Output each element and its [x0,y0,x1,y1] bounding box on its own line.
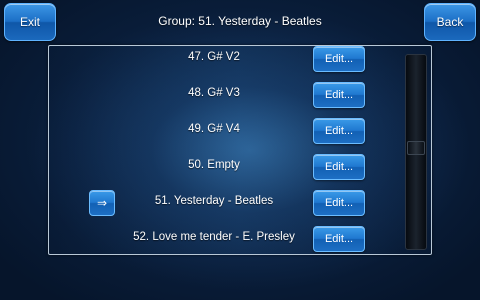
list-item-label: 52. Love me tender - E. Presley [133,231,295,243]
scrollbar[interactable] [405,54,427,250]
list-item: 50. Empty Edit... [49,149,399,185]
list-item-label: 50. Empty [188,159,240,171]
list-item: 52. Love me tender - E. Presley Edit... [49,221,399,254]
list-item: 47. G# V2 Edit... [49,46,399,77]
edit-button[interactable]: Edit... [313,82,365,108]
list-item: ⇒ 51. Yesterday - Beatles Edit... [49,185,399,221]
edit-button[interactable]: Edit... [313,46,365,72]
list-item-label: 48. G# V3 [188,87,240,99]
list-item-label: 47. G# V2 [188,51,240,63]
list-item-label: 49. G# V4 [188,123,240,135]
edit-button[interactable]: Edit... [313,226,365,252]
page-title: Group: 51. Yesterday - Beatles [158,14,322,28]
edit-button[interactable]: Edit... [313,190,365,216]
group-list: 47. G# V2 Edit... 48. G# V3 Edit... 49. … [48,45,432,255]
list-item: 48. G# V3 Edit... [49,77,399,113]
list-item: 49. G# V4 Edit... [49,113,399,149]
scrollbar-thumb[interactable] [407,141,425,155]
list-item-label: 51. Yesterday - Beatles [154,195,274,207]
edit-button[interactable]: Edit... [313,118,365,144]
edit-button[interactable]: Edit... [313,154,365,180]
back-button[interactable]: Back [424,3,476,41]
